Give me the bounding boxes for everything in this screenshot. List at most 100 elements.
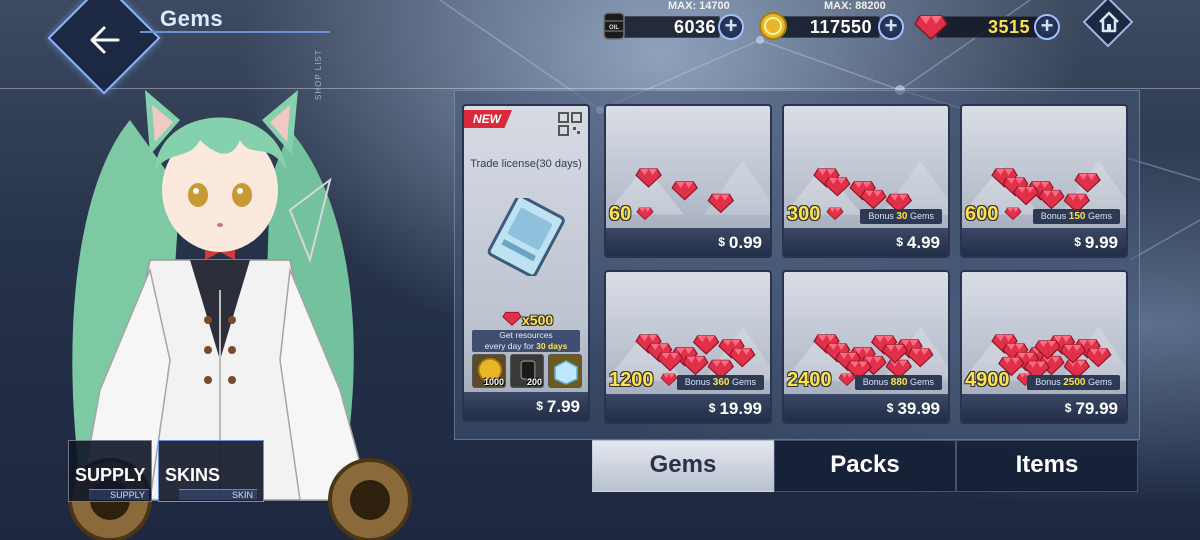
svg-text:OIL: OIL [609, 25, 619, 31]
supply-button-label: SUPPLY [75, 465, 146, 485]
resource-max-label: MAX: 14700 [668, 0, 730, 12]
tab-packs[interactable]: Packs [774, 440, 956, 492]
home-icon[interactable] [1096, 9, 1122, 35]
gem-pack-amount: 4900 [965, 369, 1010, 391]
bonus-suffix: Gems [1085, 377, 1112, 387]
license-desc-days: 30 days [536, 341, 568, 351]
price-value: 19.99 [719, 399, 762, 418]
bonus-suffix: Gems [1085, 211, 1112, 221]
gem-pile-illustration [784, 161, 948, 215]
license-desc-prefix: every day for [484, 341, 537, 351]
bonus-amount: 150 [1068, 211, 1086, 222]
oil-barrel-icon: OIL [603, 12, 625, 40]
gem-pack-card[interactable]: 1200 Bonus 360 Gems $19.99 [604, 270, 772, 424]
bonus-badge: Bonus 2500 Gems [1027, 375, 1120, 390]
bonus-amount: 30 [896, 211, 908, 222]
currency-symbol: $ [708, 401, 716, 415]
supply-button[interactable]: SUPPLY SUPPLY [68, 440, 152, 502]
gem-pile-illustration [962, 161, 1126, 215]
trade-license-card[interactable]: NEW Trade license(30 days) x500 Get reso… [462, 104, 590, 422]
cube-icon [554, 360, 578, 385]
gem-icon [1004, 207, 1022, 220]
bonus-badge: Bonus 30 Gems [860, 209, 942, 224]
gem-pack-card[interactable]: 300 Bonus 30 Gems $4.99 [782, 104, 950, 258]
gold-coin-icon [759, 12, 787, 40]
bonus-amount: 880 [890, 377, 908, 388]
new-badge: NEW [464, 110, 512, 128]
resource-value: 6036 [673, 17, 716, 37]
bonus-badge: Bonus 880 Gems [854, 375, 942, 390]
bonus-prefix: Bonus [862, 377, 891, 387]
bonus-suffix: Gems [907, 377, 934, 387]
price-value: 4.99 [906, 233, 940, 252]
gem-pack-amount: 2400 [787, 369, 832, 391]
bonus-prefix: Bonus [1040, 211, 1069, 221]
bonus-badge: Bonus 150 Gems [1032, 209, 1120, 224]
gem-pack-card[interactable]: 4900 Bonus 2500 Gems $79.99 [960, 270, 1128, 424]
title-underline [140, 31, 330, 33]
tab-gems[interactable]: Gems [592, 440, 774, 492]
gem-pack-amount: 1200 [609, 369, 654, 391]
license-desc-line1: Get resources [499, 330, 553, 340]
arrow-left-icon[interactable] [84, 18, 128, 62]
supply-button-sublabel: SUPPLY [89, 489, 149, 500]
resource-max-label: MAX: 88200 [824, 0, 886, 12]
gem-pack-card[interactable]: 60 $0.99 [604, 104, 772, 258]
license-item-oil: 200 [510, 354, 544, 388]
license-price: $7.99 [536, 397, 580, 417]
license-description: Get resources every day for 30 days [472, 330, 580, 352]
tab-items[interactable]: Items [956, 440, 1138, 492]
gem-pack-card[interactable]: 2400 Bonus 880 Gems $39.99 [782, 270, 950, 424]
currency-symbol: $ [1064, 401, 1072, 415]
gem-icon [838, 373, 856, 386]
license-item-cube [548, 354, 582, 388]
bonus-suffix: Gems [907, 211, 934, 221]
pack-price: $79.99 [1065, 399, 1118, 419]
resource-oil: OIL MAX: 14700 6036 + [596, 0, 746, 42]
add-gems-button[interactable]: + [1034, 14, 1060, 40]
bonus-prefix: Bonus [1035, 377, 1064, 387]
bonus-amount: 360 [712, 377, 730, 388]
page-title: Gems [160, 6, 224, 31]
gem-icon [502, 311, 522, 326]
license-gem-amount: x500 [522, 312, 554, 328]
gem-pile-illustration [606, 161, 770, 215]
bonus-prefix: Bonus [868, 211, 897, 221]
shop-list-label: SHOP LIST [314, 49, 323, 100]
currency-symbol: $ [1074, 235, 1081, 249]
price-value: 0.99 [728, 233, 762, 252]
pack-price: $9.99 [1074, 233, 1118, 253]
gem-pile-illustration [784, 327, 948, 381]
license-desc-line2: every day for 30 days [472, 341, 580, 352]
currency-symbol: $ [896, 235, 903, 249]
bonus-badge: Bonus 360 Gems [676, 375, 764, 390]
qr-code-icon [558, 112, 582, 136]
price-value: 79.99 [1075, 399, 1118, 418]
resource-gems: 3515 + [914, 8, 1064, 42]
resource-value: 117550 [809, 17, 872, 37]
add-oil-button[interactable]: + [718, 14, 744, 40]
add-coins-button[interactable]: + [878, 14, 904, 40]
skins-button[interactable]: SKINS SKIN [158, 440, 264, 502]
license-item-qty: 1000 [483, 377, 504, 387]
license-card-icon [487, 198, 565, 276]
gem-pack-card[interactable]: 600 Bonus 150 Gems $9.99 [960, 104, 1128, 258]
price-value: 7.99 [546, 397, 580, 416]
pack-price: $19.99 [709, 399, 762, 419]
pack-price: $0.99 [718, 233, 762, 253]
license-item-coins: 1000 [472, 354, 506, 388]
currency-symbol: $ [718, 235, 725, 249]
gem-pack-amount: 300 [787, 203, 821, 225]
gem-icon [914, 15, 948, 40]
gem-pack-amount: 60 [609, 203, 632, 225]
gem-pile-illustration [606, 327, 770, 381]
currency-symbol: $ [886, 401, 894, 415]
license-item-qty: 200 [526, 377, 542, 387]
skins-button-label: SKINS [165, 465, 221, 485]
gem-pile-illustration [962, 327, 1126, 381]
pack-price: $4.99 [896, 233, 940, 253]
currency-symbol: $ [536, 399, 543, 413]
price-value: 9.99 [1084, 233, 1118, 252]
gem-icon [826, 207, 844, 220]
gem-icon [660, 373, 678, 386]
